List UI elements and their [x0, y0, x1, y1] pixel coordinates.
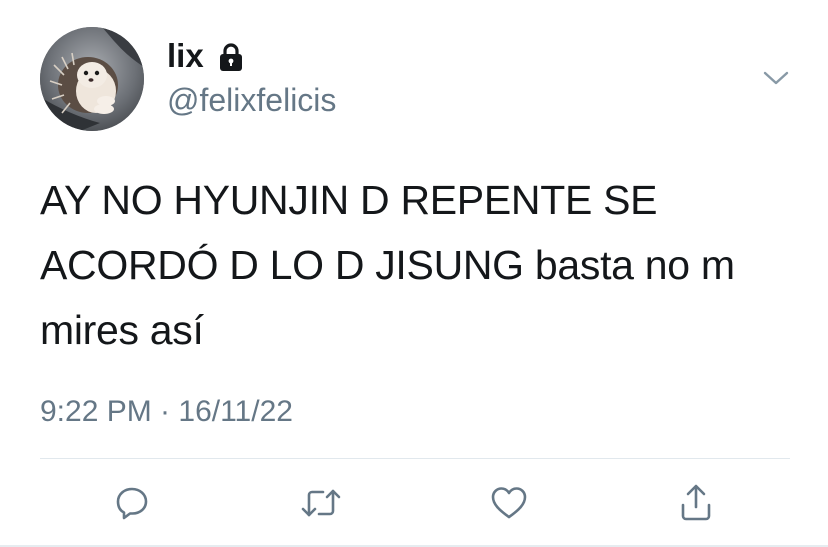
- user-handle[interactable]: @felixfelicis: [167, 80, 336, 120]
- share-icon: [681, 484, 711, 521]
- chevron-down-icon: [763, 71, 789, 85]
- lock-icon: [218, 42, 244, 73]
- tweet-timestamp[interactable]: 9:22 PM · 16/11/22: [40, 392, 293, 432]
- retweet-icon: [301, 489, 341, 517]
- heart-icon: [491, 487, 527, 519]
- share-button[interactable]: [674, 481, 718, 525]
- avatar[interactable]: [40, 27, 144, 131]
- more-options-button[interactable]: [758, 64, 794, 92]
- divider: [40, 458, 790, 459]
- retweet-button[interactable]: [299, 481, 343, 525]
- reply-button[interactable]: [110, 481, 154, 525]
- hedgehog-avatar-icon: [40, 27, 144, 131]
- like-button[interactable]: [487, 481, 531, 525]
- tweet-text: AY NO HYUNJIN D REPENTE SE ACORDÓ D LO D…: [40, 177, 735, 353]
- reply-icon: [116, 487, 148, 520]
- display-name[interactable]: lix: [167, 36, 204, 76]
